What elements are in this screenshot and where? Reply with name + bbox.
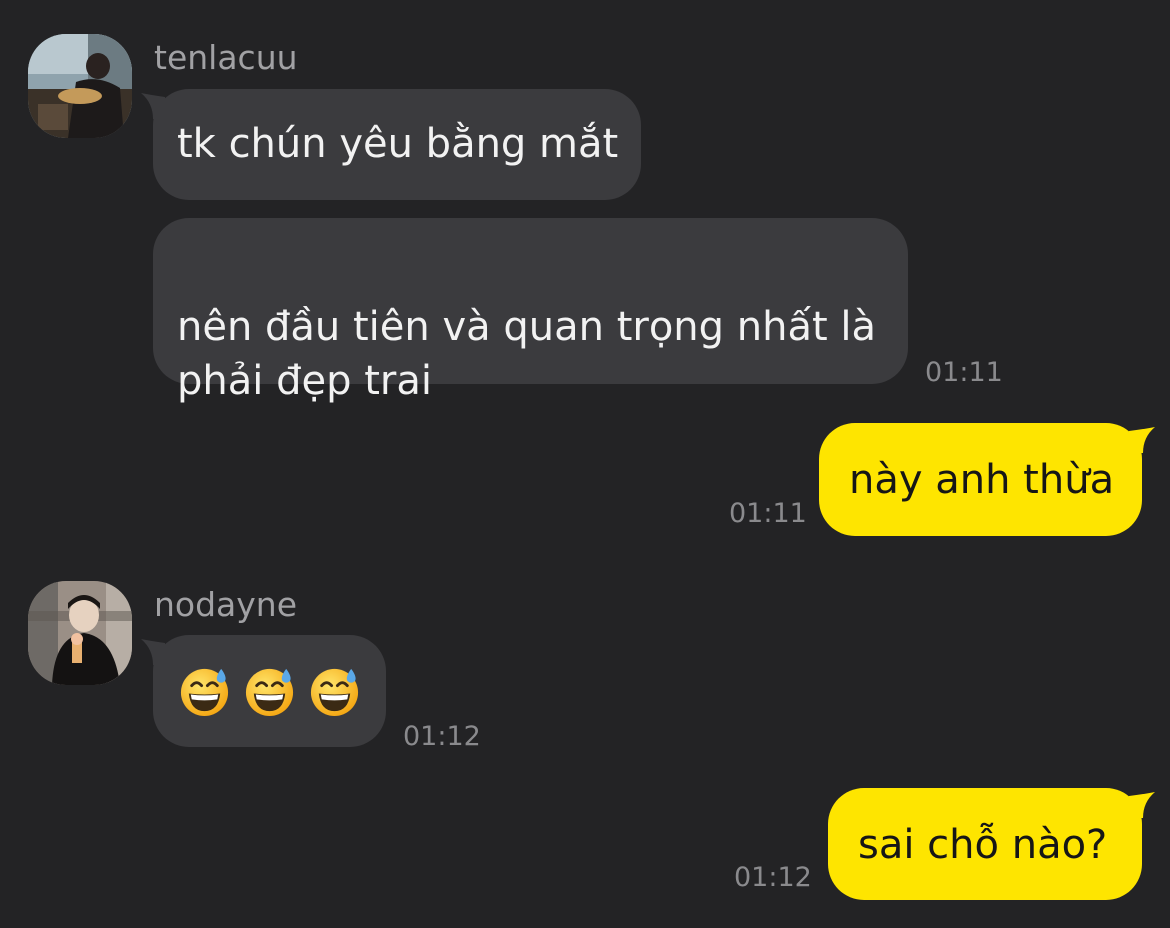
- message-text: nên đầu tiên và quan trọng nhất là phải …: [177, 304, 876, 404]
- message-timestamp: 01:11: [925, 357, 1003, 388]
- bubble-tail: [1129, 427, 1155, 453]
- message-bubble-outgoing[interactable]: sai chỗ nào?: [828, 788, 1155, 900]
- bubble-tail: [1129, 792, 1155, 818]
- message-timestamp: 01:12: [734, 862, 812, 893]
- avatar-tenlacuu[interactable]: [28, 34, 132, 138]
- message-bubble[interactable]: [141, 635, 386, 747]
- message-timestamp: 01:11: [729, 498, 807, 529]
- sender-name: tenlacuu: [154, 38, 298, 77]
- bubble-tail: [141, 639, 165, 665]
- message-timestamp: 01:12: [403, 721, 481, 752]
- grinning-face-with-sweat-icon: [243, 665, 296, 718]
- grinning-face-with-sweat-icon: [308, 665, 361, 718]
- emoji-row: [178, 665, 361, 718]
- sender-name: nodayne: [154, 585, 298, 624]
- bubble-tail: [141, 93, 165, 119]
- avatar-nodayne[interactable]: [28, 581, 132, 685]
- grinning-face-with-sweat-icon: [178, 665, 231, 718]
- message-bubble-outgoing[interactable]: này anh thừa: [819, 423, 1155, 536]
- message-bubble[interactable]: tk chún yêu bằng mắt: [141, 89, 641, 200]
- chat-thread: tenlacuu tk chún yêu bằng mắt nên đầu ti…: [0, 0, 1170, 928]
- message-text: sai chỗ nào?: [858, 822, 1108, 868]
- message-text: này anh thừa: [849, 457, 1115, 503]
- message-text: tk chún yêu bằng mắt: [177, 121, 619, 167]
- message-bubble[interactable]: nên đầu tiên và quan trọng nhất là phải …: [153, 218, 908, 404]
